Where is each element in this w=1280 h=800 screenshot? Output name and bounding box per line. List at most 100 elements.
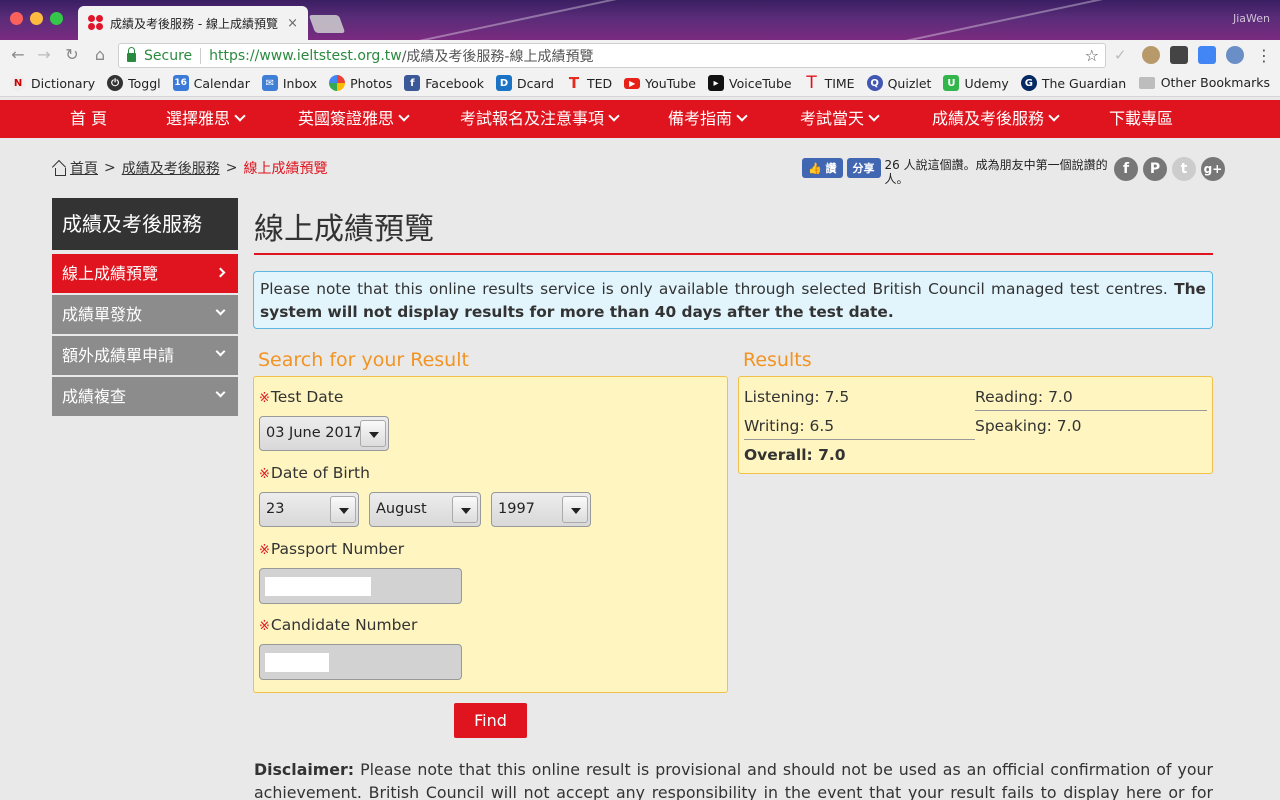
bookmark-toggl[interactable]: ⏻ Toggl	[107, 75, 161, 91]
menu-dots-icon[interactable]: ⋮	[1256, 46, 1274, 65]
dropdown-arrow-icon	[360, 420, 386, 447]
required-mark-icon: ※	[259, 543, 270, 558]
extension-icon[interactable]	[1142, 46, 1160, 64]
candidate-label: ※Candidate Number	[259, 616, 418, 634]
redacted-value	[265, 577, 371, 596]
bookmark-ted[interactable]: T TED	[566, 74, 612, 92]
sidebar-item-extra-trf[interactable]: 額外成績單申請	[52, 336, 238, 375]
dob-month-select[interactable]: August	[369, 492, 481, 527]
nav-results-services[interactable]: 成績及考後服務	[932, 100, 1060, 138]
sidebar-heading: 成績及考後服務	[52, 198, 238, 250]
time-icon: T	[806, 73, 817, 93]
twitter-share-icon[interactable]: t	[1172, 157, 1196, 181]
window-close-button[interactable]	[10, 12, 23, 25]
dropdown-arrow-icon	[452, 496, 478, 523]
reading-score: Reading: 7.0	[975, 388, 1073, 406]
browser-profile-name[interactable]: JiaWen	[1233, 12, 1270, 25]
bookmark-label: YouTube	[645, 75, 697, 91]
nav-registration[interactable]: 考試報名及注意事項	[460, 100, 620, 138]
bookmark-facebook[interactable]: f Facebook	[404, 75, 484, 91]
bookmark-guardian[interactable]: G The Guardian	[1020, 75, 1126, 91]
dob-month-value: August	[376, 501, 427, 517]
facebook-share-button[interactable]: 分享	[846, 158, 881, 178]
browser-tab[interactable]: 成績及考後服務 - 線上成績預覽 ×	[78, 6, 308, 40]
facebook-like-button[interactable]: 👍 讚	[802, 158, 843, 178]
home-icon[interactable]: ⌂	[90, 45, 110, 64]
address-bar[interactable]: Secure https://www.ieltstest.org.tw /成績及…	[118, 43, 1106, 68]
dob-day-select[interactable]: 23	[259, 492, 359, 527]
candidate-number-input[interactable]	[259, 644, 462, 680]
bookmark-label: Toggl	[128, 75, 161, 91]
disclaimer: Disclaimer: Please note that this online…	[254, 758, 1213, 800]
sidebar-item-label: 成績複查	[62, 387, 127, 406]
home-icon	[53, 162, 66, 176]
sidebar-item-online-results[interactable]: 線上成績預覽	[52, 254, 238, 293]
nav-prep-guide[interactable]: 備考指南	[668, 100, 748, 138]
breadcrumb-home-link[interactable]: 首頁	[70, 158, 98, 178]
bookmark-udemy[interactable]: U Udemy	[943, 75, 1009, 91]
check-extension-icon[interactable]: ✓	[1114, 46, 1132, 64]
sidebar-item-label: 成績單發放	[62, 305, 143, 324]
bookmark-dictionary[interactable]: N Dictionary	[10, 75, 95, 91]
dob-label: ※Date of Birth	[259, 464, 370, 482]
bookmark-label: Quizlet	[887, 75, 932, 91]
divider	[744, 439, 975, 440]
chevron-down-icon	[215, 387, 226, 398]
breadcrumb-separator: >	[104, 160, 116, 176]
voicetube-icon: ▸	[708, 75, 725, 91]
speaking-score: Speaking: 7.0	[975, 417, 1082, 435]
pocket-extension-icon[interactable]	[1170, 46, 1188, 64]
nav-choose-ielts[interactable]: 選擇雅思	[166, 100, 246, 138]
nav-downloads[interactable]: 下載專區	[1109, 100, 1173, 138]
search-section-title: Search for your Result	[258, 349, 469, 371]
bookmark-label: VoiceTube	[729, 75, 792, 91]
breadcrumb-section-link[interactable]: 成績及考後服務	[122, 158, 220, 178]
nav-test-day[interactable]: 考試當天	[800, 100, 880, 138]
plurk-share-icon[interactable]: P	[1143, 157, 1167, 181]
translate-extension-icon[interactable]	[1198, 46, 1216, 64]
bookmark-inbox[interactable]: ✉ Inbox	[261, 75, 318, 91]
writing-score: Writing: 6.5	[744, 417, 835, 435]
divider	[975, 410, 1207, 411]
bookmark-label: Inbox	[282, 75, 318, 91]
test-date-select[interactable]: 03 June 2017	[259, 416, 389, 451]
google-plus-share-icon[interactable]: g+	[1201, 157, 1225, 181]
sidebar-item-remark[interactable]: 成績複查	[52, 377, 238, 416]
find-button[interactable]: Find	[454, 703, 527, 738]
dob-year-select[interactable]: 1997	[491, 492, 591, 527]
facebook-share-icon[interactable]: f	[1114, 157, 1138, 181]
background-decoration	[784, 0, 1196, 40]
bookmark-quizlet[interactable]: Q Quizlet	[866, 75, 932, 91]
divider	[200, 47, 202, 64]
bookmark-calendar[interactable]: 16 Calendar	[172, 75, 250, 91]
bookmark-youtube[interactable]: ▶ YouTube	[624, 76, 696, 91]
url-path: /成績及考後服務-線上成績預覽	[401, 48, 594, 65]
forward-arrow-icon[interactable]: →	[34, 45, 54, 64]
notice-box: Please note that this online results ser…	[253, 271, 1213, 329]
bookmark-photos[interactable]: Photos	[329, 75, 392, 91]
other-bookmarks[interactable]: Other Bookmarks	[1138, 75, 1270, 90]
bookmarks-bar: N Dictionary ⏻ Toggl 16 Calendar ✉ Inbox…	[0, 70, 1280, 97]
dob-year-value: 1997	[498, 501, 535, 517]
breadcrumb-current: 線上成績預覽	[243, 161, 328, 177]
bookmark-star-icon[interactable]: ☆	[1085, 46, 1099, 65]
bookmark-label: Facebook	[425, 75, 484, 91]
results-section-title: Results	[743, 349, 812, 371]
new-tab-button[interactable]	[308, 15, 346, 33]
reload-icon[interactable]: ↻	[62, 45, 82, 64]
bookmark-time[interactable]: T TIME	[804, 73, 854, 93]
bookmark-dcard[interactable]: D Dcard	[495, 75, 554, 91]
sidebar-item-trf-issue[interactable]: 成績單發放	[52, 295, 238, 334]
sidebar-item-label: 線上成績預覽	[62, 264, 159, 283]
disclaimer-label: Disclaimer:	[254, 760, 355, 779]
bookmark-voicetube[interactable]: ▸ VoiceTube	[708, 75, 792, 91]
window-zoom-button[interactable]	[50, 12, 63, 25]
extension-icon[interactable]	[1226, 46, 1244, 64]
chevron-down-icon	[234, 110, 246, 122]
nav-ukvi-ielts[interactable]: 英國簽證雅思	[298, 100, 410, 138]
tab-close-icon[interactable]: ×	[287, 16, 298, 31]
nav-home[interactable]: 首 頁	[70, 100, 107, 138]
back-arrow-icon[interactable]: ←	[8, 45, 28, 64]
passport-number-input[interactable]	[259, 568, 462, 604]
window-minimize-button[interactable]	[30, 12, 43, 25]
